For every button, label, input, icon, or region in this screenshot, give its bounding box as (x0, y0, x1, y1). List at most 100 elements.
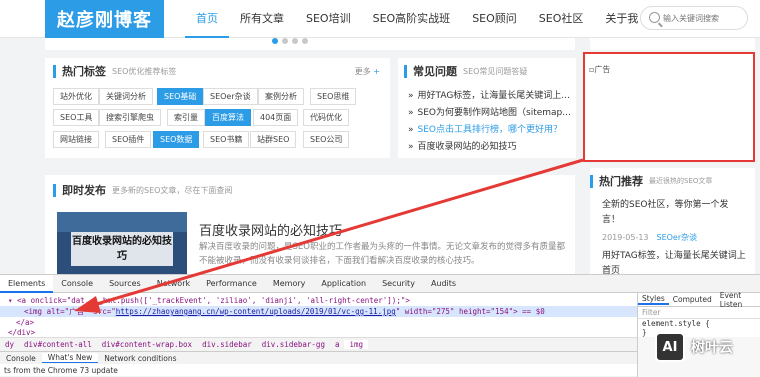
search-input[interactable] (663, 9, 745, 27)
dom-line[interactable]: ▾ <a onclick="dat..._hmt.push(['_trackEv… (8, 295, 410, 306)
styles-filter-input[interactable]: Filter (638, 307, 760, 319)
webpage: 赵彦刚博客 首页 所有文章 SEO培训 SEO高阶实战班 SEO顾问 SEO社区… (0, 0, 760, 274)
slider-dot[interactable] (302, 38, 308, 44)
watermark-text: 树叶云 (691, 340, 733, 356)
panel-header: 热门标签 SEO优化推荐标签 (53, 58, 176, 84)
tag[interactable]: SEO思维 (310, 88, 357, 105)
tag[interactable]: SEO书籍 (203, 131, 250, 148)
drawer-tabs: Console What's New Network conditions (0, 351, 637, 364)
tag[interactable]: 关键词分析 (99, 88, 153, 105)
faq-item[interactable]: » SEO为何要制作网站地图（sitemap... (408, 105, 571, 122)
tab-sources[interactable]: Sources (101, 275, 149, 293)
category-link[interactable]: SEOer杂谈 (657, 233, 698, 242)
right-strip (590, 38, 755, 50)
tab-event-listeners[interactable]: Event Listen (716, 291, 760, 309)
tab-performance[interactable]: Performance (198, 275, 265, 293)
tab-memory[interactable]: Memory (265, 275, 314, 293)
more-link[interactable]: 更多 + (355, 66, 380, 77)
dom-breadcrumb: dy div#content-all div#content-wrap.box … (0, 337, 637, 351)
panel-subtitle: SEO优化推荐标签 (112, 66, 177, 76)
image-src-link[interactable]: https://zhaoyangang.cn/wp-content/upload… (116, 307, 396, 316)
faq-item[interactable]: » 百度收录网站的必知技巧 (408, 139, 571, 156)
article-title[interactable]: 百度收录网站的必知技巧 (199, 220, 342, 239)
slider-dot[interactable] (282, 38, 288, 44)
tag[interactable]: SEO工具 (53, 109, 100, 126)
nav-seo-training[interactable]: SEO培训 (295, 0, 362, 38)
nav-seo-consultant[interactable]: SEO顾问 (461, 0, 528, 38)
panel-accent (53, 183, 56, 197)
hot-item[interactable]: 用好TAG标签，让海量长尾关键词上首页 (602, 249, 752, 274)
tag[interactable]: SEOer杂谈 (203, 88, 258, 105)
panel-title: 热门标签 (62, 65, 106, 78)
ad-image-broken[interactable]: ▫广告 (583, 52, 755, 162)
hot-item[interactable]: 全新的SEO社区，等你第一个发言！ (602, 198, 732, 228)
site-logo[interactable]: 赵彦刚博客 (45, 0, 164, 38)
tab-styles[interactable]: Styles (638, 294, 669, 305)
slider-strip (45, 38, 575, 50)
nav-all-articles[interactable]: 所有文章 (229, 0, 295, 38)
tag[interactable]: 案例分析 (258, 88, 304, 105)
panel-accent (404, 64, 407, 78)
tag-active[interactable]: 百度算法 (205, 109, 251, 126)
panel-subtitle: SEO常见问题答疑 (463, 66, 528, 76)
tab-audits[interactable]: Audits (423, 275, 464, 293)
tag[interactable]: 搜索引擎爬虫 (99, 109, 161, 126)
tag[interactable]: 网站链接 (53, 131, 99, 148)
panel-header: 常见问题 SEO常见问题答疑 (404, 58, 527, 84)
tab-console[interactable]: Console (53, 275, 101, 293)
tag[interactable]: 站外优化 (53, 88, 99, 105)
nav-seo-advanced[interactable]: SEO高阶实战班 (362, 0, 462, 38)
tag[interactable]: SEO公司 (303, 131, 350, 148)
panel-subtitle: 更多新的SEO文章，尽在下面查阅 (112, 185, 233, 195)
dom-tree: ▾ <a onclick="dat..._hmt.push(['_trackEv… (0, 293, 637, 337)
tab-elements[interactable]: Elements (0, 274, 54, 293)
slider-dot[interactable] (292, 38, 298, 44)
faq-panel: 常见问题 SEO常见问题答疑 » 用好TAG标签，让海量长尾关键词上... » SE… (398, 58, 576, 158)
faq-item-hover[interactable]: » SEO点击工具排行榜，哪个更好用？ (408, 122, 571, 139)
site-header: 赵彦刚博客 首页 所有文章 SEO培训 SEO高阶实战班 SEO顾问 SEO社区… (0, 0, 760, 38)
breadcrumb-item[interactable]: dy (0, 340, 19, 349)
breadcrumb-item[interactable]: a (330, 340, 345, 349)
nav-home[interactable]: 首页 (185, 0, 229, 38)
breadcrumb-item-active[interactable]: img (344, 340, 369, 349)
search-box[interactable] (640, 6, 748, 30)
slider-dot[interactable] (272, 38, 278, 44)
drawer-content: ts from the Chrome 73 update (4, 366, 118, 375)
breadcrumb-item[interactable]: div.sidebar (197, 340, 257, 349)
breadcrumb-item[interactable]: div.sidebar-gg (257, 340, 330, 349)
article-excerpt: 解决百度收录的问题，是SEO职业的工作者最为头疼的一件事情。无论文章发布的觉得多… (199, 242, 565, 266)
broken-image-icon: ▫广告 (589, 65, 611, 74)
tab-computed[interactable]: Computed (669, 295, 716, 304)
search-icon[interactable] (649, 12, 660, 23)
tag[interactable]: 索引量 (167, 109, 205, 126)
panel-header: 即时发布 更多新的SEO文章，尽在下面查阅 (53, 177, 232, 203)
hot-tags-panel: 热门标签 SEO优化推荐标签 更多 + 站外优化 关键词分析 SEO基础 SEO… (45, 58, 390, 158)
panel-title: 热门推荐 (599, 175, 643, 188)
tag[interactable]: 站群SEO (250, 131, 297, 148)
main-nav: 首页 所有文章 SEO培训 SEO高阶实战班 SEO顾问 SEO社区 关于我 (185, 0, 649, 38)
tag-active[interactable]: SEO基础 (157, 88, 204, 105)
breadcrumb-item[interactable]: div#content-all (19, 340, 97, 349)
faq-list: » 用好TAG标签，让海量长尾关键词上... » SEO为何要制作网站地图（site… (408, 88, 571, 156)
drawer-tab-whats-new[interactable]: What's New (41, 353, 99, 363)
devtools-panel: Elements Console Sources Network Perform… (0, 274, 760, 377)
drawer-tab-console[interactable]: Console (0, 354, 42, 363)
thumbnail-text: 百度收录网站的必知技巧 (72, 236, 172, 262)
element-style-rule: element.style { (642, 319, 710, 328)
panel-accent (590, 174, 593, 188)
tag[interactable]: SEO插件 (105, 131, 152, 148)
drawer-tab-network-conditions[interactable]: Network conditions (98, 354, 182, 363)
article-thumbnail[interactable]: 百度收录网站的必知技巧 (57, 212, 187, 274)
tag[interactable]: 代码优化 (303, 109, 349, 126)
styles-tabs: Styles Computed Event Listen (638, 291, 760, 309)
faq-item[interactable]: » 用好TAG标签，让海量长尾关键词上... (408, 88, 571, 105)
tab-security[interactable]: Security (374, 275, 423, 293)
tag[interactable]: 404页面 (253, 109, 299, 126)
dom-line-selected[interactable]: <img alt="广告" src="https://zhaoyangang.c… (0, 306, 637, 317)
tab-network[interactable]: Network (149, 275, 198, 293)
nav-seo-community[interactable]: SEO社区 (528, 0, 595, 38)
tab-application[interactable]: Application (313, 275, 374, 293)
breadcrumb-item[interactable]: div#content-wrap.box (97, 340, 197, 349)
slider-dots (272, 38, 308, 44)
tag-active[interactable]: SEO数据 (153, 131, 200, 148)
